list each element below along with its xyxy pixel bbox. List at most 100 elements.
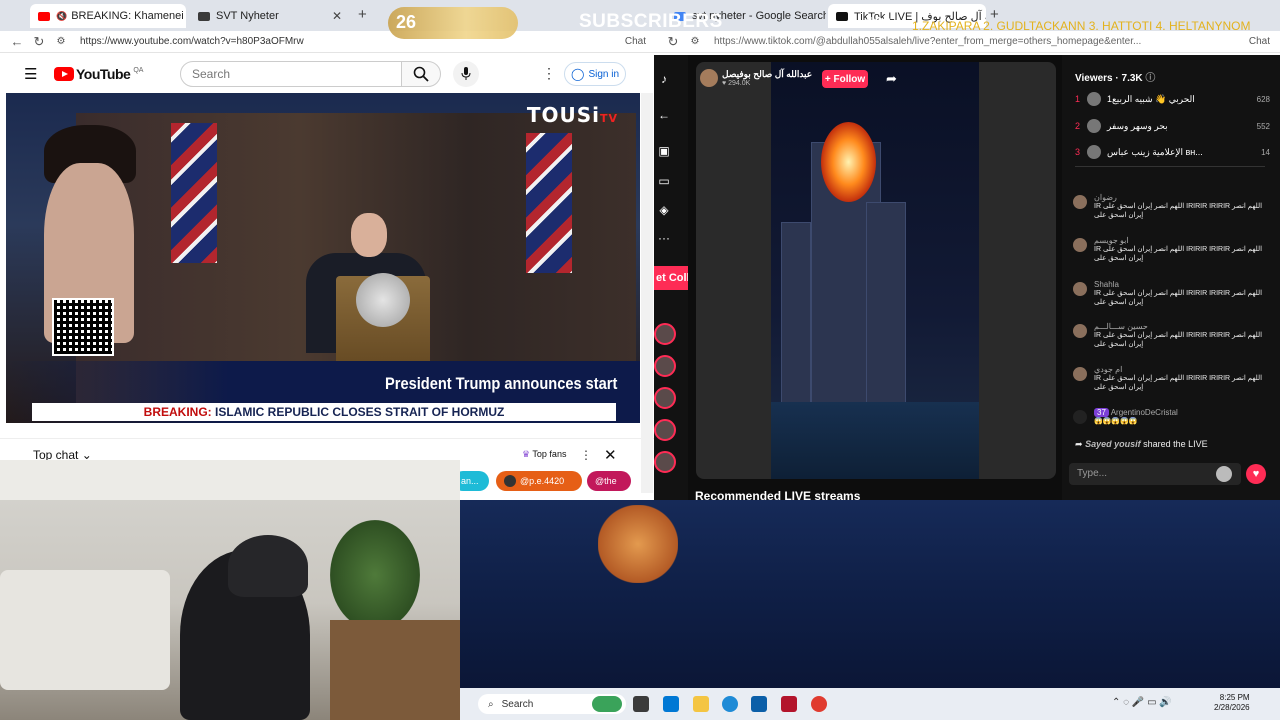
camera-icon[interactable]: ▭ — [656, 174, 672, 190]
live-avatar[interactable] — [654, 419, 676, 441]
avatar — [1087, 92, 1101, 106]
left-tab-bar: 🔇 BREAKING: Khamenei Rep ✕ SVT Nyheter ✕… — [0, 0, 654, 31]
site-info-icon[interactable]: ⚙ — [50, 36, 72, 47]
beanie — [228, 535, 308, 597]
breaking-label: BREAKING: — [143, 405, 212, 419]
site-info-icon[interactable]: ⚙ — [684, 36, 706, 47]
more-icon[interactable]: ··· — [656, 231, 672, 247]
live-avatar[interactable] — [654, 387, 676, 409]
subscriber-goal: 100 — [866, 14, 892, 31]
store-icon[interactable] — [751, 696, 767, 712]
chat-options-icon[interactable]: ⋮ — [580, 448, 592, 462]
leaderboard-row[interactable]: 3 الإعلامية زينب عباس ʙʜ... 14 — [1075, 145, 1270, 159]
share-icon[interactable]: ➦ — [886, 71, 897, 87]
voice-search-button[interactable] — [453, 61, 479, 87]
host-info[interactable]: عبدالله آل صالح بوفيصل ♥ 294.0K — [700, 68, 812, 88]
sign-in-label: Sign in — [588, 68, 620, 80]
explore-icon[interactable]: ◈ — [656, 203, 672, 219]
task-view-icon[interactable] — [633, 696, 649, 712]
chat-comment: رضوان IR اللهم انصر إيران اسحق على IRIRIR… — [1072, 193, 1268, 220]
widget-icon[interactable] — [592, 696, 622, 712]
close-tab-icon[interactable]: ✕ — [326, 9, 342, 23]
svt-icon — [198, 11, 210, 21]
chat-button[interactable]: Chat — [1249, 36, 1270, 47]
back-icon[interactable]: ← — [6, 34, 28, 49]
mute-icon[interactable]: 🔇 — [56, 11, 67, 22]
desktop-wallpaper — [460, 500, 1280, 688]
live-avatar[interactable] — [654, 355, 676, 377]
scrollbar[interactable] — [641, 93, 653, 493]
url-text[interactable]: https://www.youtube.com/watch?v=h80P3aOF… — [80, 36, 304, 47]
video-player[interactable]: TOUSiTV President Trump announces start … — [6, 93, 640, 423]
live-avatar[interactable] — [654, 451, 676, 473]
webcam-feed — [0, 460, 460, 720]
system-tray[interactable]: ⌃ ◌ 🎤 ▭ 🔊 — [1112, 697, 1172, 708]
ground — [771, 402, 979, 479]
name-ticker: 1.ZAKIPARA 2. GUDLTACKANN 3. HATTOTI 4. … — [912, 19, 1251, 33]
sofa — [0, 570, 170, 690]
avatar — [1073, 195, 1087, 209]
copilot-icon[interactable] — [663, 696, 679, 712]
chat-button[interactable]: Chat — [625, 36, 646, 47]
tab-svt[interactable]: SVT Nyheter ✕ — [190, 4, 350, 28]
follow-button[interactable]: + Follow — [822, 70, 868, 88]
search-input[interactable]: Search — [180, 61, 402, 87]
level-badge: 37 — [1094, 408, 1109, 417]
tab-label: SVT Nyheter — [216, 10, 279, 22]
chat-chip[interactable]: @the — [587, 471, 631, 491]
leaderboard-row[interactable]: 2 بحر وسهر وسفر 552 — [1075, 119, 1270, 133]
avatar — [1073, 238, 1087, 252]
tiktok-logo-icon[interactable]: ♪ — [656, 72, 672, 88]
collection-strip[interactable]: et Coll — [654, 266, 688, 290]
sign-in-button[interactable]: ◯ Sign in — [564, 62, 626, 86]
url-text[interactable]: https://www.tiktok.com/@abdullah055alsal… — [714, 36, 1141, 47]
live-avatar[interactable] — [654, 323, 676, 345]
fire — [821, 122, 876, 202]
subscriber-label: SUBSCRIBERS — [579, 11, 723, 32]
chat-chip[interactable]: @p.e.4420 — [496, 471, 582, 491]
union-flag — [526, 133, 572, 273]
youtube-logo[interactable]: YouTube QA — [54, 66, 143, 82]
close-chat-icon[interactable]: ✕ — [604, 446, 617, 464]
youtube-play-icon — [54, 67, 74, 81]
plant — [330, 520, 420, 630]
top-fans-button[interactable]: ♛ Top fans — [522, 449, 566, 460]
union-flag — [171, 123, 217, 263]
menu-icon[interactable]: ☰ — [24, 65, 37, 83]
subscriber-count: 26 — [396, 12, 417, 32]
new-tab-icon[interactable]: + — [358, 6, 367, 23]
search-icon — [413, 66, 429, 82]
chrome-icon[interactable] — [811, 696, 827, 712]
tab-label: BREAKING: Khamenei Rep — [71, 10, 186, 22]
edge-icon[interactable] — [722, 696, 738, 712]
more-options-icon[interactable]: ⋮ — [542, 65, 556, 82]
clock[interactable]: 8:25 PM 2/28/2026 — [1214, 693, 1250, 713]
royal-seal — [356, 273, 410, 327]
chat-comment: 37 ArgentinoDeCristal 😱😱😱😱😱 — [1072, 408, 1268, 426]
chat-comment: Shahla IR اللهم انصر إيران اسحق على IRIRI… — [1072, 280, 1268, 307]
back-arrow-icon[interactable]: ← — [656, 108, 672, 124]
chat-comment: ابو جويسم IR اللهم انصر إيران اسحق على IR… — [1072, 236, 1268, 263]
leaderboard-row[interactable]: 1 الحربي 👋 شبيه الربيع1 628 — [1075, 92, 1270, 106]
mic-icon — [461, 67, 471, 80]
breaking-text: ISLAMIC REPUBLIC CLOSES STRAIT OF HORMUZ — [215, 405, 505, 419]
desk — [330, 620, 460, 720]
host-likes: ♥ 294.0K — [722, 80, 751, 87]
live-tv-icon[interactable]: ▣ — [656, 144, 672, 160]
reload-icon[interactable]: ↻ — [662, 34, 684, 50]
left-address-bar: ← ↻ ⚙ https://www.youtube.com/watch?v=h8… — [0, 31, 654, 53]
reload-icon[interactable]: ↻ — [28, 34, 50, 50]
share-icon: ➦ — [1075, 439, 1083, 449]
avatar — [700, 69, 718, 87]
gift-heart-icon[interactable]: ♥ — [1246, 464, 1266, 484]
video-headline: President Trump announces start — [385, 374, 618, 393]
youtube-icon — [38, 11, 50, 21]
tab-youtube[interactable]: 🔇 BREAKING: Khamenei Rep ✕ — [30, 4, 186, 28]
file-explorer-icon[interactable] — [693, 696, 709, 712]
acrobat-icon[interactable] — [781, 696, 797, 712]
speaker-head — [351, 213, 387, 257]
live-video[interactable] — [696, 62, 1056, 479]
emoji-icon[interactable] — [1216, 466, 1232, 482]
right-address-bar: ↻ ⚙ https://www.tiktok.com/@abdullah055a… — [654, 31, 1280, 53]
search-button[interactable] — [401, 61, 441, 87]
